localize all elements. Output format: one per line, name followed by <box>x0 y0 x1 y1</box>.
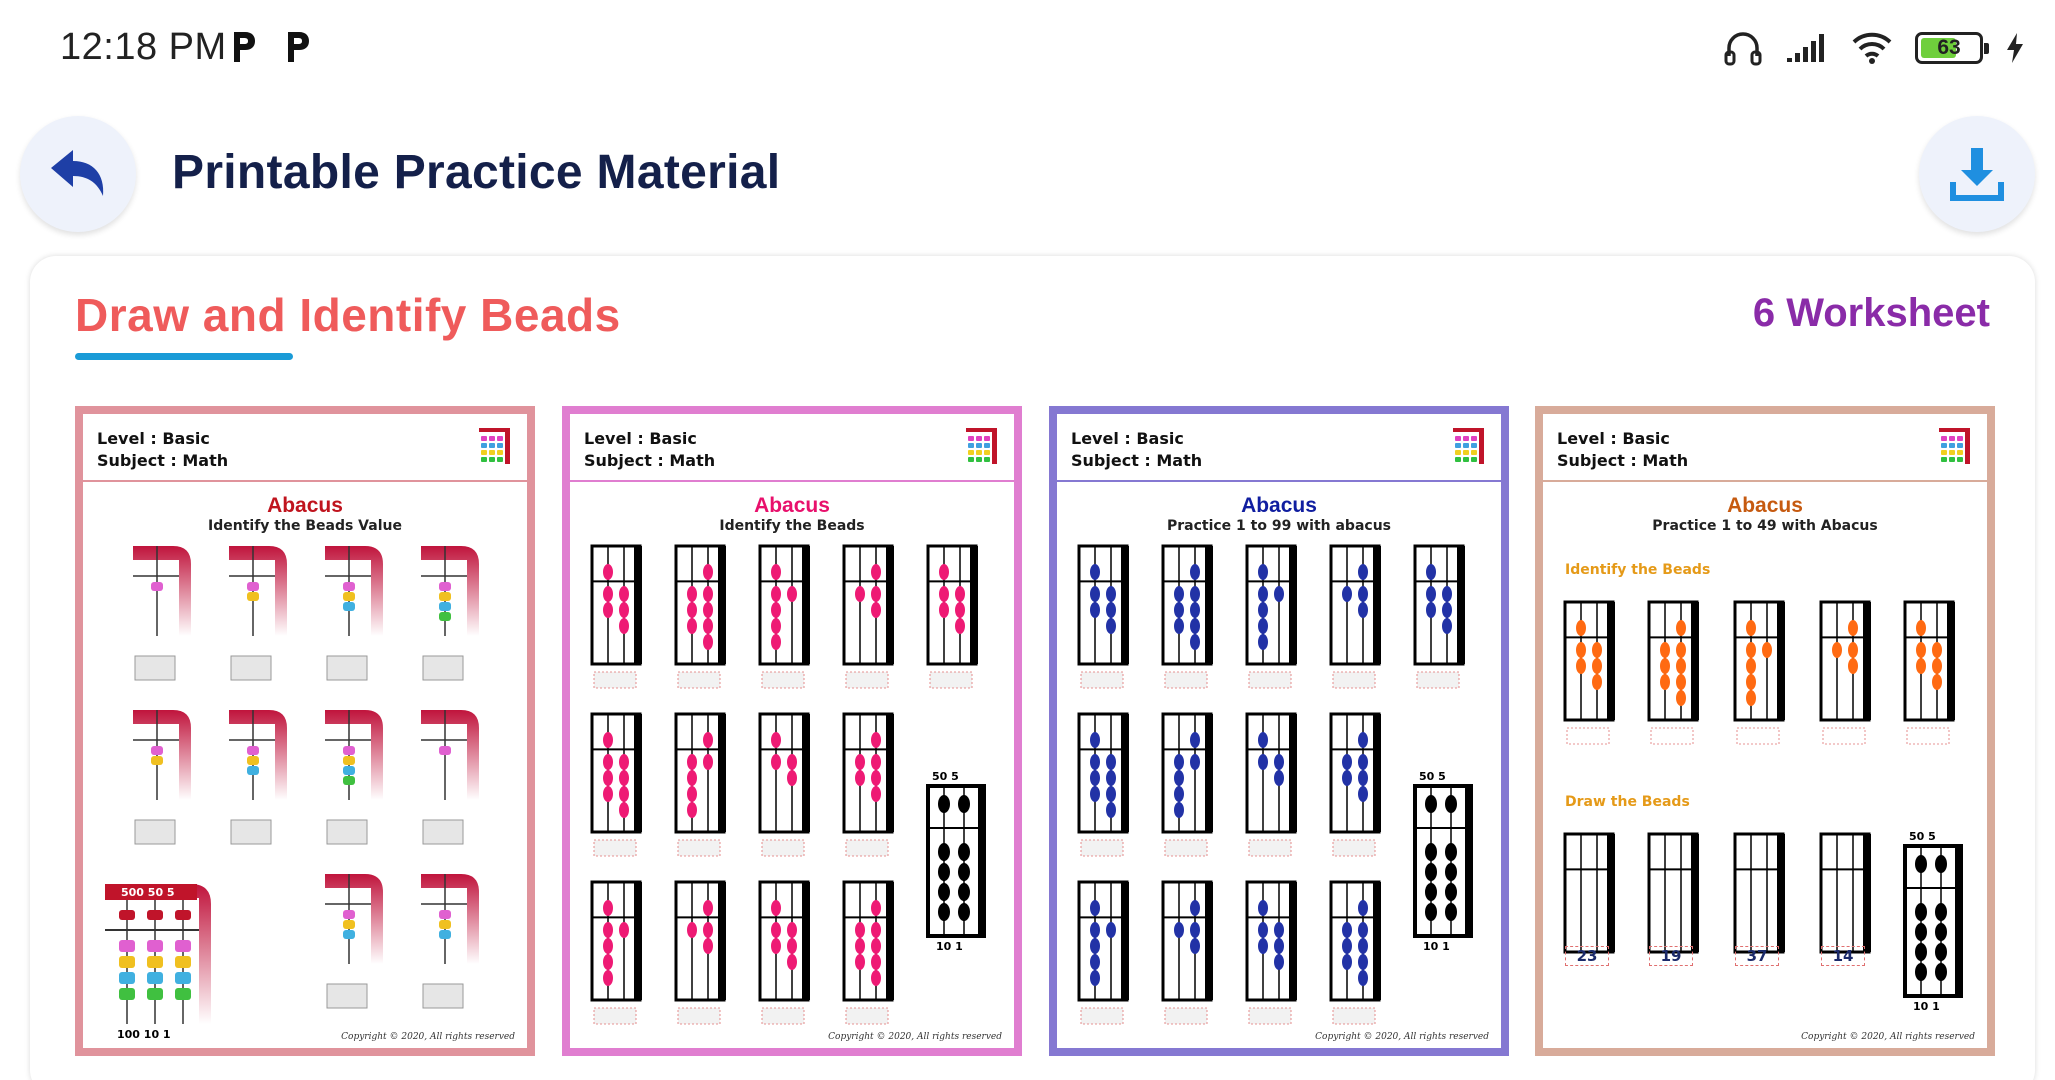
bead-stand <box>421 546 479 681</box>
number-label: 14 <box>1821 946 1865 966</box>
abacus-frame <box>926 544 978 689</box>
abacus-frame <box>1245 880 1297 1025</box>
headset-icon <box>1724 32 1762 66</box>
number-label: 19 <box>1649 946 1693 966</box>
bead-stand <box>229 710 287 845</box>
abacus-frame <box>1563 600 1615 745</box>
worksheet-copyright: Copyright © 2020, All rights reserved <box>828 1032 1002 1042</box>
worksheet-section-card: Draw and Identify Beads 6 Worksheet Leve… <box>30 256 2035 1080</box>
abacus-frame <box>1819 832 1871 954</box>
abacus-frame <box>1733 832 1785 954</box>
abacus-frame <box>1733 600 1785 745</box>
worksheet-card[interactable]: Level : Basic Subject : Math Abacus Iden… <box>75 406 535 1056</box>
worksheet-copyright: Copyright © 2020, All rights reserved <box>1801 1032 1975 1042</box>
bead-stand <box>325 874 383 1009</box>
abacus-frame <box>674 544 726 689</box>
reference-abacus: 50 5 10 1 <box>1903 830 1963 1013</box>
status-bar: 12:18 PM 63 <box>0 0 2055 96</box>
abacus-frame <box>1245 712 1297 857</box>
download-icon <box>1950 148 2004 201</box>
abacus-frame <box>1161 544 1213 689</box>
status-time: 12:18 PM <box>60 26 227 68</box>
abacus-frame <box>758 544 810 689</box>
svg-text:10 1: 10 1 <box>936 940 963 953</box>
signal-icon <box>1787 34 1824 62</box>
back-arrow-icon <box>51 150 104 196</box>
abacus-frame <box>674 712 726 857</box>
battery-level: 63 <box>1937 36 1961 59</box>
abacus-frame <box>1161 880 1213 1025</box>
svg-text:10 1: 10 1 <box>1913 1000 1940 1013</box>
abacus-frame <box>1329 712 1381 857</box>
worksheet-illustration: 500 50 5 100 10 1 <box>105 546 479 1041</box>
abacus-frame <box>674 880 726 1025</box>
number-label: 23 <box>1565 946 1609 966</box>
worksheet-illustration: 50 5 10 1 <box>1077 544 1473 1025</box>
abacus-frame <box>1819 600 1871 745</box>
abacus-frame <box>590 880 642 1025</box>
svg-text:10 1: 10 1 <box>1423 940 1450 953</box>
bead-stand <box>133 546 191 681</box>
svg-text:50 5: 50 5 <box>1909 830 1936 843</box>
back-button[interactable] <box>20 116 136 232</box>
worksheet-card[interactable]: Level : Basic Subject : Math Abacus Prac… <box>1049 406 1509 1056</box>
reference-abacus: 50 5 10 1 <box>1413 770 1473 953</box>
abacus-frame <box>842 712 894 857</box>
wifi-icon <box>1852 32 1892 64</box>
abacus-frame <box>1077 880 1129 1025</box>
abacus-frame <box>1413 544 1465 689</box>
parking-app-icon <box>234 32 255 62</box>
abacus-frame <box>1647 832 1699 954</box>
abacus-frame <box>1245 544 1297 689</box>
abacus-frame <box>1161 712 1213 857</box>
bead-stand <box>421 710 479 845</box>
svg-text:500 50 5: 500 50 5 <box>121 886 175 899</box>
reference-abacus: 50 5 10 1 <box>926 770 986 953</box>
svg-text:100 10 1: 100 10 1 <box>117 1028 171 1041</box>
abacus-frame <box>842 544 894 689</box>
parking-app-icon <box>288 32 309 62</box>
abacus-frame <box>1903 600 1955 745</box>
abacus-frame <box>1647 600 1699 745</box>
number-label: 37 <box>1735 946 1779 966</box>
abacus-frame <box>758 712 810 857</box>
abacus-frame <box>1077 712 1129 857</box>
bead-stand <box>229 546 287 681</box>
worksheet-copyright: Copyright © 2020, All rights reserved <box>341 1032 515 1042</box>
bead-stand <box>421 874 479 1009</box>
abacus-frame <box>1077 544 1129 689</box>
abacus-frame <box>590 544 642 689</box>
section-title-underline <box>75 353 293 360</box>
bead-stand <box>133 710 191 845</box>
abacus-frame <box>842 880 894 1025</box>
abacus-frame <box>1563 832 1615 954</box>
abacus-frame <box>758 880 810 1025</box>
abacus-frame <box>590 712 642 857</box>
charging-icon <box>2007 33 2023 63</box>
worksheet-card[interactable]: Level : Basic Subject : Math Abacus Iden… <box>562 406 1022 1056</box>
worksheet-copyright: Copyright © 2020, All rights reserved <box>1315 1032 1489 1042</box>
bead-stand <box>325 710 383 845</box>
page-title: Printable Practice Material <box>172 146 781 199</box>
big-abacus: 500 50 5 100 10 1 <box>105 884 211 1041</box>
download-button[interactable] <box>1919 116 2035 232</box>
worksheet-illustration: 50 5 10 1 <box>590 544 986 1025</box>
bead-stand <box>325 546 383 681</box>
worksheet-count: 6 Worksheet <box>1752 291 1990 335</box>
section-title: Draw and Identify Beads <box>75 289 621 341</box>
abacus-frame <box>1329 544 1381 689</box>
svg-text:50 5: 50 5 <box>932 770 959 783</box>
abacus-frame <box>1329 880 1381 1025</box>
worksheet-card[interactable]: Level : Basic Subject : Math Abacus Prac… <box>1535 406 1995 1056</box>
svg-text:50 5: 50 5 <box>1419 770 1446 783</box>
battery-icon: 63 <box>1915 32 1989 64</box>
